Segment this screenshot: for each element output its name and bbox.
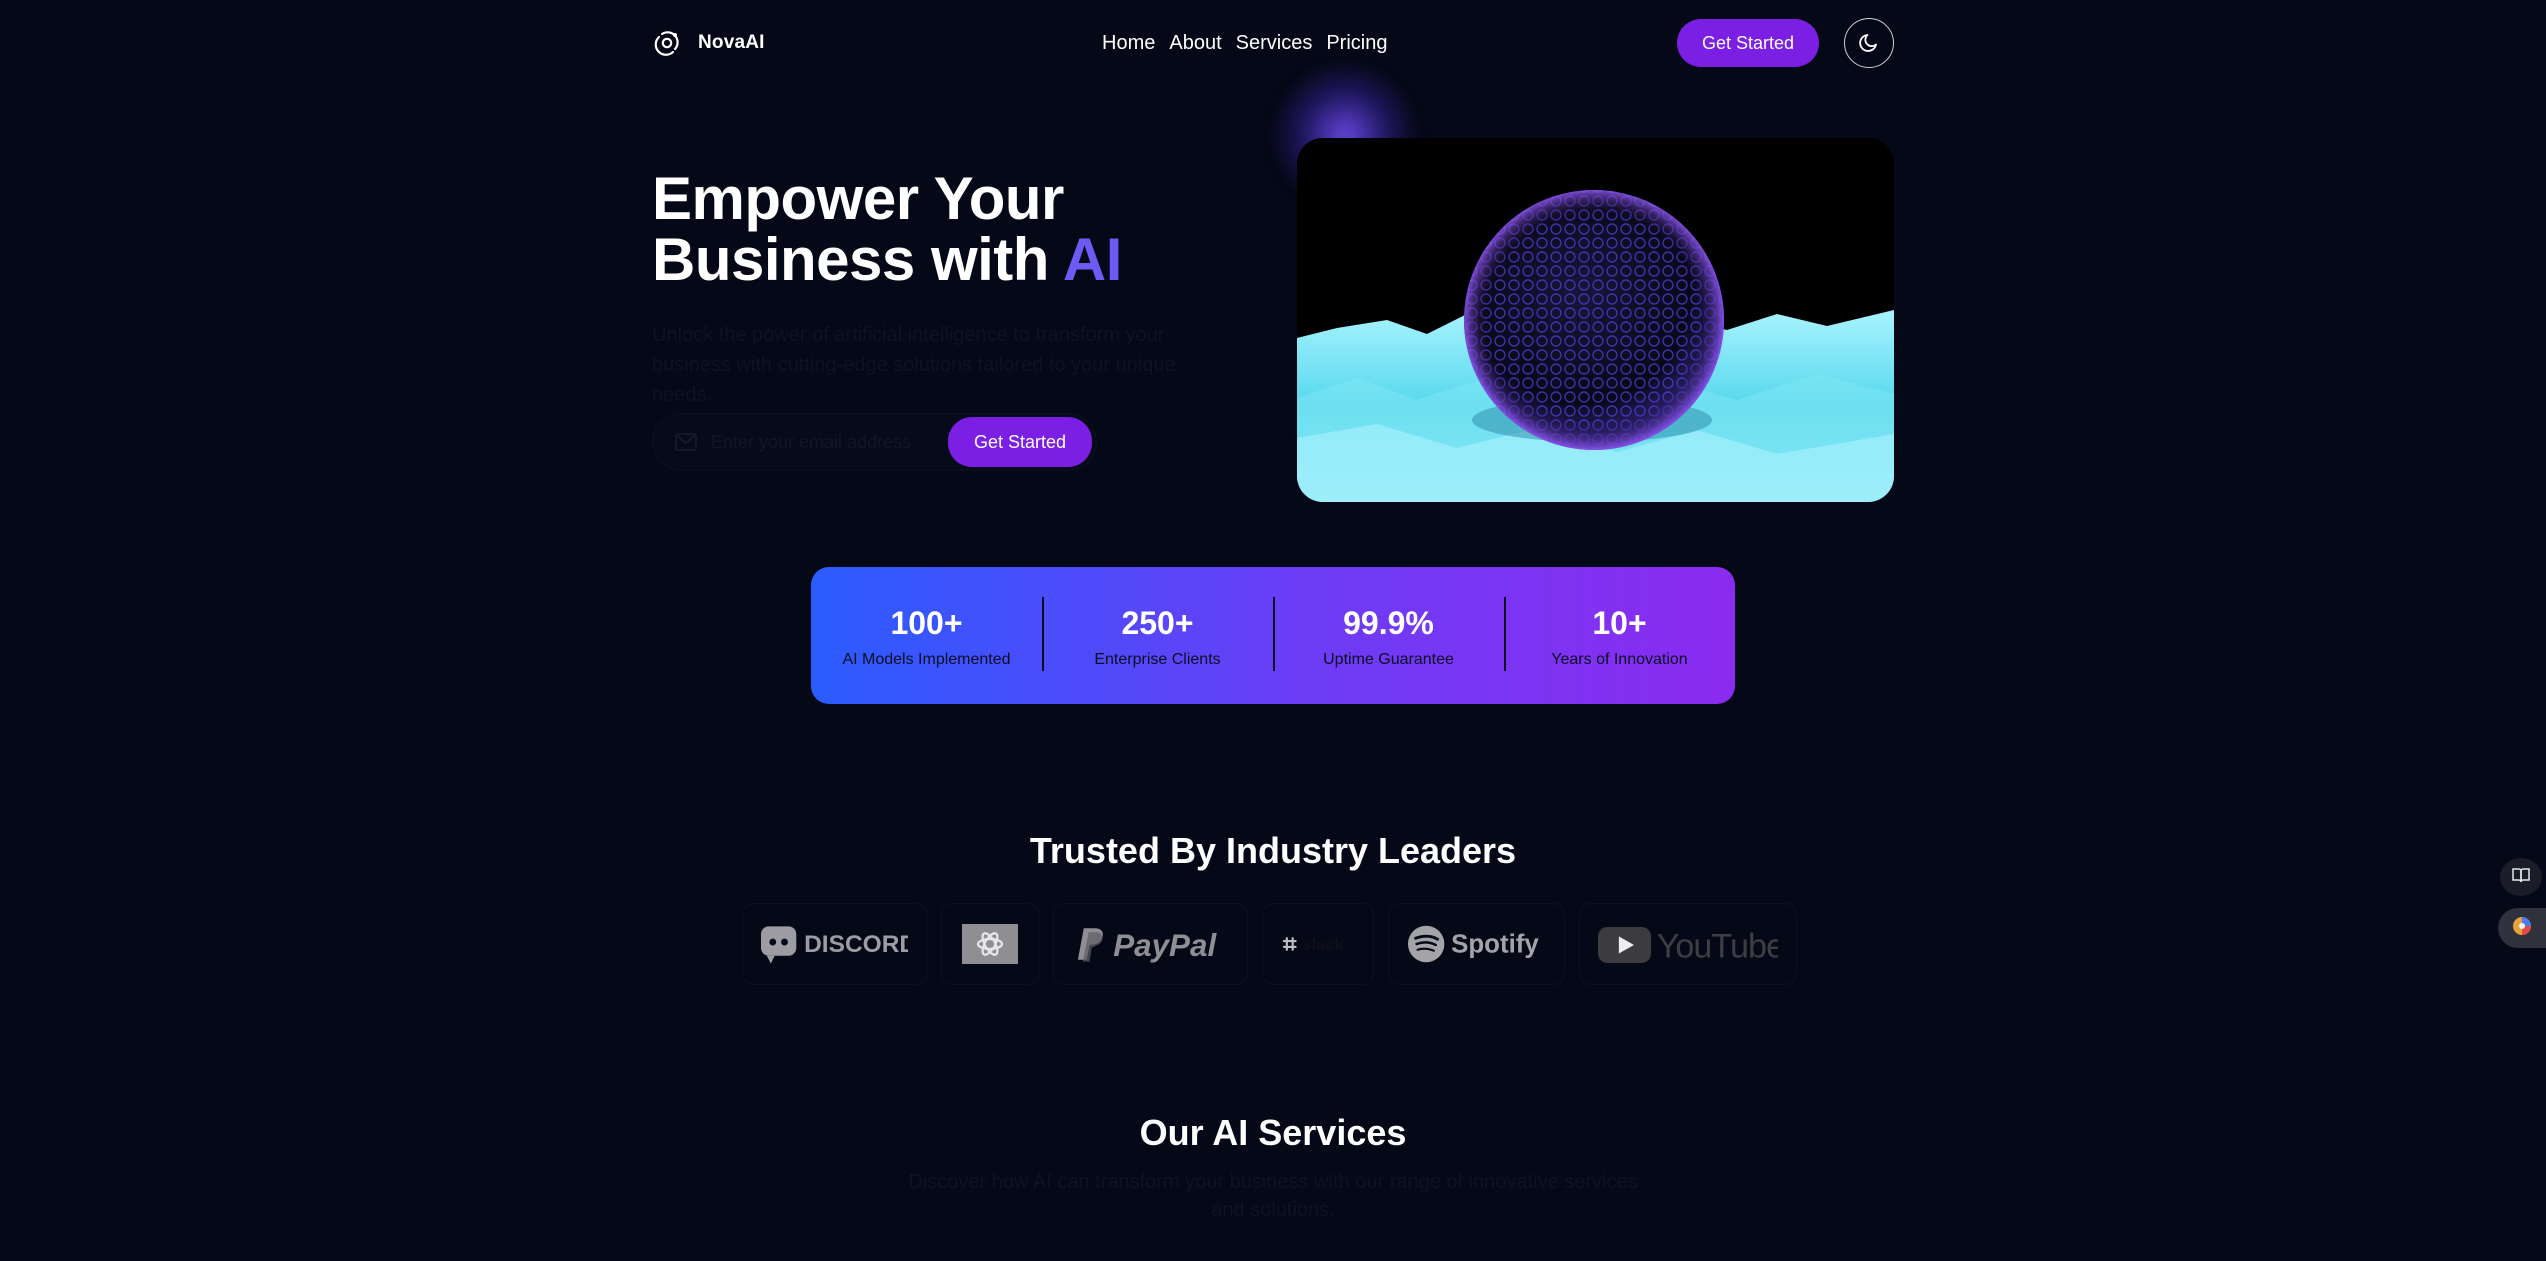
stat-label: AI Models Implemented xyxy=(842,650,1011,668)
top-navbar: NovaAI Home About Services Pricing Get S… xyxy=(652,18,1894,68)
logo-label: slack xyxy=(1302,935,1344,954)
hero-title-accent: AI xyxy=(1062,226,1123,293)
nav-link-pricing[interactable]: Pricing xyxy=(1326,32,1387,55)
stat-item: 100+ AI Models Implemented xyxy=(811,603,1042,669)
brand[interactable]: NovaAI xyxy=(652,28,765,58)
stat-item: 10+ Years of Innovation xyxy=(1504,596,1735,671)
stat-value: 99.9% xyxy=(1343,604,1434,641)
email-signup-form: Get Started xyxy=(652,413,1097,471)
partner-logo-youtube[interactable]: YouTube xyxy=(1579,903,1797,985)
stat-label: Years of Innovation xyxy=(1551,650,1688,668)
services-description: Discover how AI can transform your busin… xyxy=(908,1171,1638,1221)
mail-icon xyxy=(675,433,697,451)
stat-item: 99.9% Uptime Guarantee xyxy=(1273,596,1504,671)
color-picker-button[interactable] xyxy=(2498,908,2546,948)
logo-label: PayPal xyxy=(1113,928,1217,963)
hero-title-line2: Business with xyxy=(652,226,1049,293)
reader-mode-button[interactable] xyxy=(2500,858,2542,896)
stat-label: Enterprise Clients xyxy=(1094,650,1221,668)
stats-banner: 100+ AI Models Implemented 250+ Enterpri… xyxy=(811,567,1735,704)
stat-label: Uptime Guarantee xyxy=(1323,650,1454,668)
logo-label: Spotify xyxy=(1451,931,1539,959)
logo-label: YouTube xyxy=(1657,927,1778,965)
nav-actions: Get Started xyxy=(1676,18,1894,68)
hero-image xyxy=(1297,138,1894,502)
main-nav: Home About Services Pricing xyxy=(1102,32,1387,55)
stat-value: 10+ xyxy=(1592,604,1647,641)
theme-toggle-button[interactable] xyxy=(1844,18,1894,68)
partner-logo-paypal[interactable]: PayPal xyxy=(1053,903,1248,985)
get-started-button[interactable]: Get Started xyxy=(1676,19,1819,67)
partner-logo-slack[interactable]: slack xyxy=(1262,903,1374,985)
stat-value: 100+ xyxy=(890,604,963,641)
discord-logo-icon: DISCORD xyxy=(761,926,908,964)
hero-description: Unlock the power of artificial intellige… xyxy=(652,324,1176,406)
partner-logo-openai[interactable] xyxy=(941,903,1039,985)
email-submit-button[interactable]: Get Started xyxy=(947,417,1092,467)
stat-value: 250+ xyxy=(1121,604,1194,641)
services-title: Our AI Services xyxy=(1139,1112,1407,1153)
slack-logo-icon: slack xyxy=(1282,935,1345,954)
partner-logos: DISCORD PayPal slack Spotify YouTube xyxy=(742,903,1797,985)
stat-item: 250+ Enterprise Clients xyxy=(1042,596,1273,671)
palette-icon xyxy=(2511,915,2533,942)
hero-title: Empower Your Business with AI xyxy=(652,168,1122,290)
orbit-logo-icon xyxy=(652,28,682,58)
logo-label: DISCORD xyxy=(804,931,908,958)
nav-link-about[interactable]: About xyxy=(1169,32,1221,55)
nav-link-services[interactable]: Services xyxy=(1236,32,1313,55)
nav-link-home[interactable]: Home xyxy=(1102,32,1155,55)
trusted-title: Trusted By Industry Leaders xyxy=(1029,830,1517,871)
partner-logo-discord[interactable]: DISCORD xyxy=(742,903,927,985)
hero-title-line1: Empower Your xyxy=(652,165,1064,232)
brand-name: NovaAI xyxy=(698,32,765,53)
partner-logo-spotify[interactable]: Spotify xyxy=(1388,903,1565,985)
moon-icon xyxy=(1857,30,1881,57)
openai-logo-icon xyxy=(962,924,1018,964)
book-icon xyxy=(2512,867,2530,888)
paypal-logo-icon: PayPal xyxy=(1077,928,1217,963)
email-input[interactable] xyxy=(697,431,948,453)
spotify-logo-icon: Spotify xyxy=(1407,925,1539,963)
youtube-logo-icon: YouTube xyxy=(1598,926,1778,965)
